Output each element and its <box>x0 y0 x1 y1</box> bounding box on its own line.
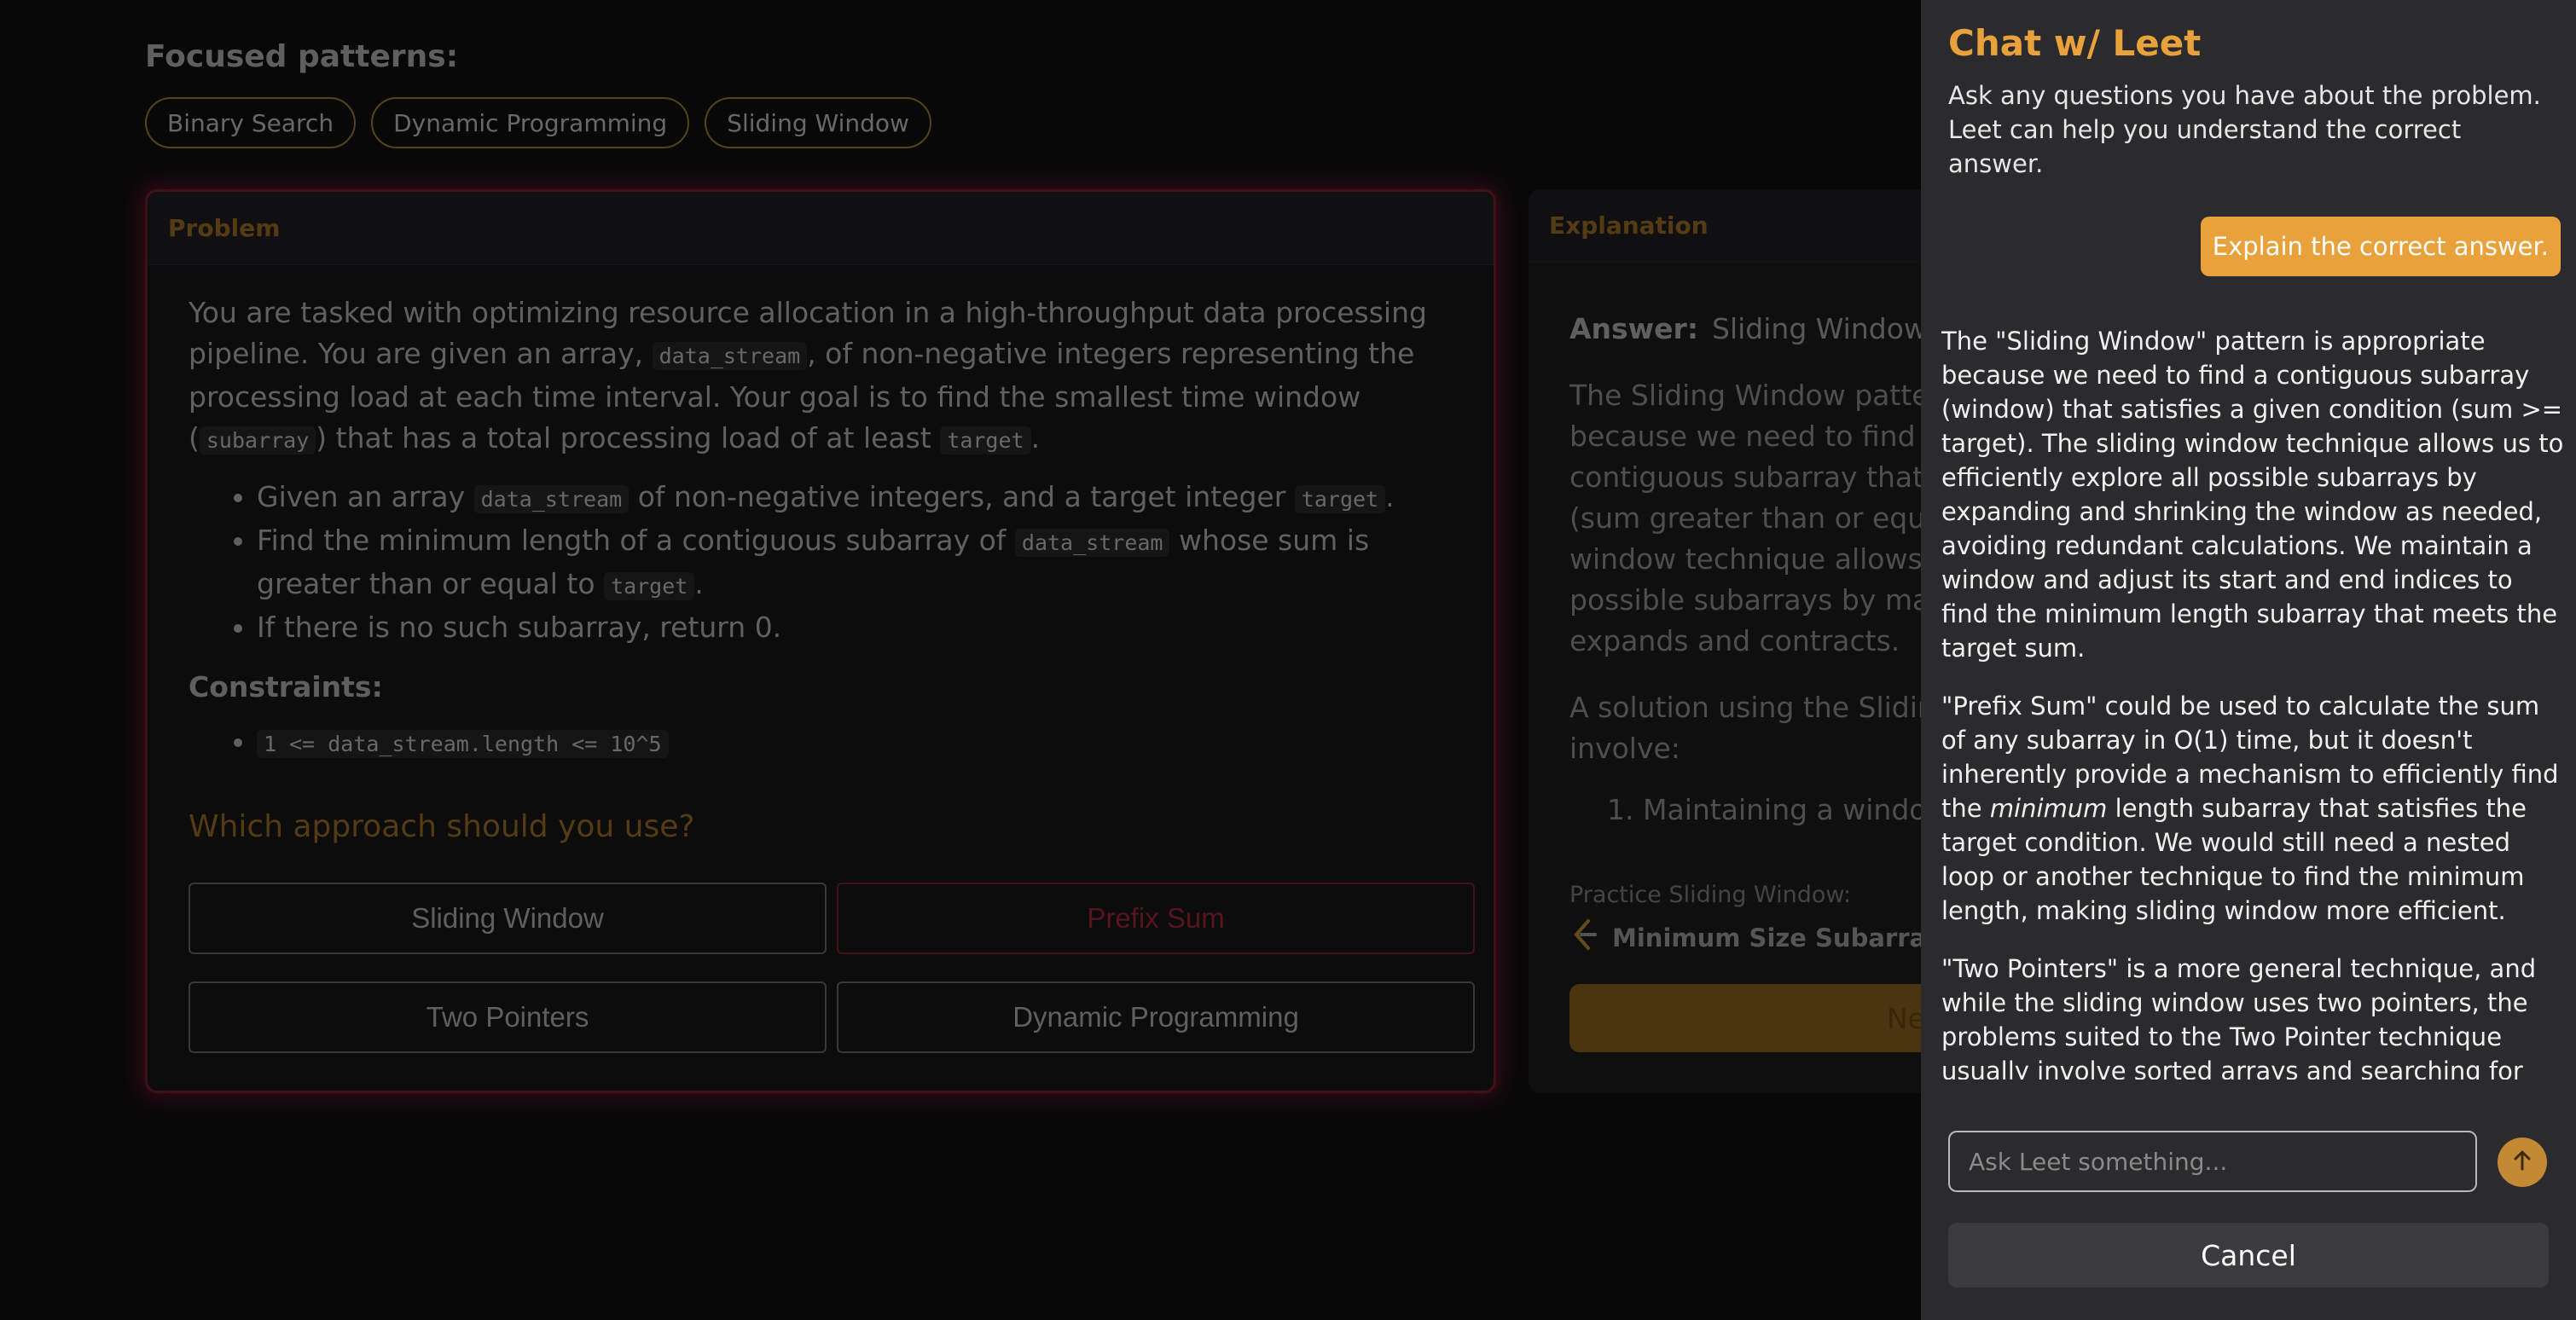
answer-line: Answer: Sliding Window <box>1569 309 1938 350</box>
cancel-button[interactable]: Cancel <box>1948 1223 2549 1288</box>
assistant-reply: The "Sliding Window" pattern is appropri… <box>1941 324 2564 1080</box>
text-line: The Sliding Window patter <box>1569 379 1938 412</box>
inline-code: target <box>604 572 695 600</box>
text-line: possible subarrays by ma <box>1569 583 1930 617</box>
chip-dynamic-programming[interactable]: Dynamic Programming <box>371 97 690 148</box>
inline-code: target <box>1294 485 1386 513</box>
explanation-header: Explanation <box>1529 189 1938 263</box>
leetcode-icon <box>1569 918 1600 958</box>
problem-statement: You are tasked with optimizing resource … <box>189 292 1468 958</box>
problem-card: Problem You are tasked with optimizing r… <box>145 189 1496 1093</box>
question-prompt: Which approach should you use? <box>189 809 695 844</box>
list-item: If there is no such subarray, return 0. <box>257 607 1468 648</box>
inline-code: data_stream <box>1014 529 1170 557</box>
arrow-up-icon <box>2509 1148 2535 1177</box>
chat-title: Chat w/ Leet <box>1948 22 2202 64</box>
text: ) that has a total processing load of at… <box>316 421 941 454</box>
practice-label: Practice Sliding Window: <box>1569 882 1852 908</box>
reply-paragraph: "Two Pointers" is a more general techniq… <box>1941 954 2537 1080</box>
problem-header: Problem <box>148 192 1494 265</box>
chat-subtitle: Ask any questions you have about the pro… <box>1948 81 2541 178</box>
text: . <box>1030 421 1041 454</box>
problem-bullets: Given an array data_stream of non-negati… <box>257 477 1468 648</box>
reply-paragraph: The "Sliding Window" pattern is appropri… <box>1941 327 2564 663</box>
text-line: A solution using the Sliding <box>1569 691 1938 724</box>
list-item: Given an array data_stream of non-negati… <box>257 477 1468 520</box>
text-line: involve: <box>1569 732 1680 765</box>
text-line: window technique allows <box>1569 542 1923 576</box>
practice-link-label: Minimum Size Subarray S <box>1612 923 1938 952</box>
explanation-body: Answer: Sliding Window The Sliding Window… <box>1569 309 1938 831</box>
reply-paragraph: "Prefix Sum" could be used to calculate … <box>1941 689 2564 928</box>
inline-code: subarray <box>199 426 316 454</box>
option-dynamic-programming-button[interactable]: Dynamic Programming <box>837 981 1475 1053</box>
user-message-bubble: Explain the correct answer. <box>2200 217 2561 276</box>
focused-patterns-chips: Binary Search Dynamic Programming Slidin… <box>145 97 931 148</box>
next-button[interactable]: Ne <box>1569 984 1938 1052</box>
inline-code: data_stream <box>473 485 629 513</box>
explanation-card: Explanation Answer: Sliding Window The Sl… <box>1529 189 1938 1093</box>
text: Find the minimum length of a contiguous … <box>257 524 1015 557</box>
chip-binary-search[interactable]: Binary Search <box>145 97 357 148</box>
list-item: Find the minimum length of a contiguous … <box>257 520 1468 607</box>
option-prefix-sum-button[interactable]: Prefix Sum <box>837 883 1475 954</box>
text: Given an array <box>257 480 474 513</box>
focused-patterns-title: Focused patterns: <box>145 39 459 74</box>
list-number: 1. <box>1607 793 1634 826</box>
chip-sliding-window[interactable]: Sliding Window <box>705 97 931 148</box>
constraints-list: 1 <= data_stream.length <= 10^5 <box>257 721 1468 765</box>
answer-label: Answer: <box>1569 312 1699 345</box>
answer-value: Sliding Window <box>1712 312 1927 345</box>
text-line: (sum greater than or equa <box>1569 501 1938 535</box>
option-two-pointers-button[interactable]: Two Pointers <box>189 981 827 1053</box>
text: . <box>694 567 704 600</box>
text: . <box>1385 480 1395 513</box>
text-line: contiguous subarray that <box>1569 460 1924 494</box>
inline-code: data_stream <box>652 342 808 370</box>
practice-problem-link[interactable]: Minimum Size Subarray S <box>1569 918 1938 958</box>
next-label: Ne <box>1887 1001 1925 1035</box>
chat-input[interactable] <box>1948 1131 2477 1192</box>
chat-panel: Chat w/ Leet Ask any questions you have … <box>1921 0 2576 1320</box>
explanation-paragraph: The Sliding Window patter because we nee… <box>1569 375 1938 662</box>
constraints-heading: Constraints: <box>189 670 383 703</box>
explanation-paragraph: A solution using the Sliding involve: <box>1569 687 1938 769</box>
emphasis: minimum <box>1989 794 2108 823</box>
inline-code: target <box>940 426 1031 454</box>
list-item: 1 <= data_stream.length <= 10^5 <box>257 721 1468 765</box>
send-button[interactable] <box>2498 1138 2547 1187</box>
main-content: Focused patterns: Binary Search Dynamic … <box>0 0 1938 1320</box>
option-sliding-window-button[interactable]: Sliding Window <box>189 883 827 954</box>
text: Maintaining a windo <box>1643 793 1927 826</box>
text-line: because we need to find t <box>1569 420 1935 453</box>
problem-paragraph: You are tasked with optimizing resource … <box>189 292 1468 461</box>
text: of non-negative integers, and a target i… <box>629 480 1295 513</box>
list-item: 1. Maintaining a windo <box>1569 790 1938 831</box>
inline-code: 1 <= data_stream.length <= 10^5 <box>257 730 669 758</box>
text-line: expands and contracts. <box>1569 624 1900 657</box>
